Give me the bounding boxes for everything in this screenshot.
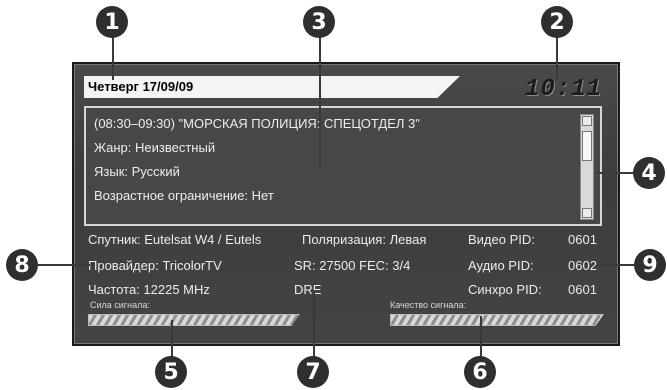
video-pid-label: Видео PID: [468,232,535,247]
scroll-up-icon[interactable] [582,116,592,126]
leader-line-1 [112,34,114,80]
marker-8: 8 [6,249,38,281]
polarization-field: Поляризация: Левая [302,232,427,247]
sync-pid-value: 0601 [568,282,597,297]
audio-pid-label: Аудио PID: [468,258,534,273]
signal-quality-label: Качество сигнала: [390,300,467,310]
scroll-thumb[interactable] [582,131,592,161]
encryption-field: DRE [294,282,322,297]
event-language: Язык: Русский [94,164,180,179]
leader-line-3 [319,34,321,168]
marker-1: 1 [96,6,128,38]
satellite-field: Спутник: Eutelsat W4 / Eutels [88,232,262,247]
event-scrollbar[interactable] [580,114,594,220]
video-pid-value: 0601 [568,232,597,247]
event-info-box: (08:30–09:30) "МОРСКАЯ ПОЛИЦИЯ: СПЕЦОТДЕ… [84,106,602,226]
event-age-rating: Возрастное ограничение: Нет [94,188,274,203]
marker-5: 5 [155,356,187,388]
marker-3: 3 [303,6,335,38]
leader-line-2 [556,34,558,80]
scroll-down-icon[interactable] [582,208,592,218]
clock: 10:11 [524,76,602,103]
channel-info-panel: Четверг 17/09/09 10:11 (08:30–09:30) "МО… [72,62,620,346]
marker-6: 6 [464,356,496,388]
event-title: (08:30–09:30) "МОРСКАЯ ПОЛИЦИЯ: СПЕЦОТДЕ… [94,116,420,131]
audio-pid-value: 0602 [568,258,597,273]
provider-field: Провайдер: TricolorTV [88,258,222,273]
event-genre: Жанр: Неизвестный [94,140,216,155]
signal-strength-label: Сила сигнала: [90,300,150,310]
signal-strength-bar [88,314,300,326]
marker-9: 9 [634,249,666,281]
sync-pid-label: Синхро PID: [468,282,542,297]
sr-fec-field: SR: 27500 FEC: 3/4 [294,258,411,273]
leader-line-8 [38,264,90,266]
marker-4: 4 [633,157,665,189]
marker-7: 7 [297,356,329,388]
frequency-field: Частота: 12225 MHz [88,282,210,297]
signal-quality-bar [390,314,604,326]
leader-line-7 [313,290,315,366]
date-bar: Четверг 17/09/09 [84,76,460,98]
marker-2: 2 [541,6,573,38]
